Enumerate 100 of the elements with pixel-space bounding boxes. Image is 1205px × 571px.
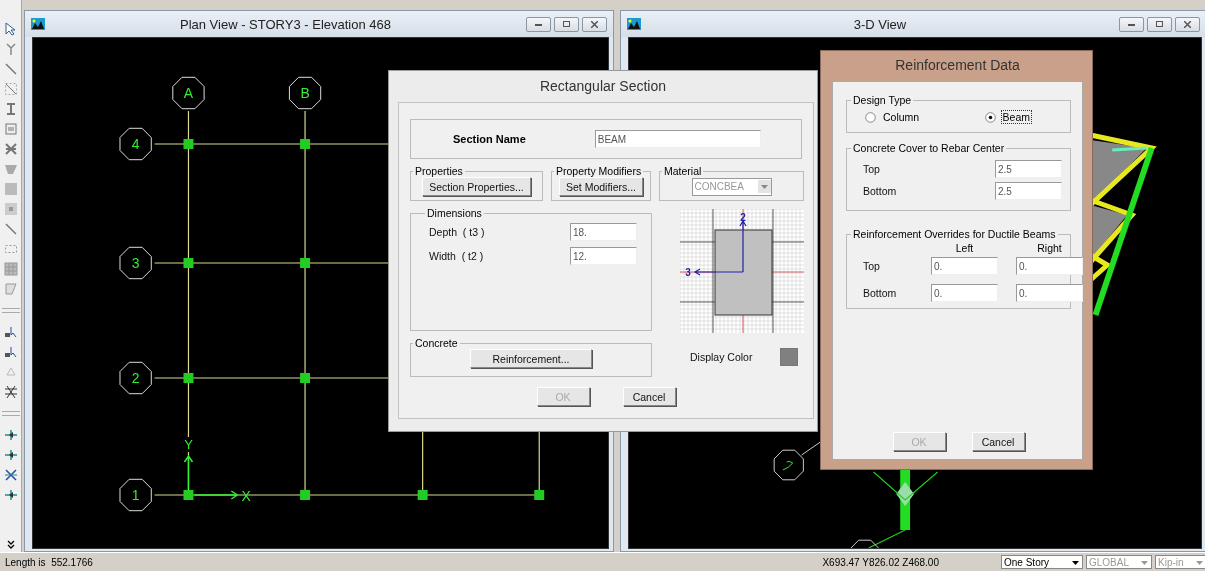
dimension-field[interactable]: 12. [570,247,637,265]
set-modifiers-button[interactable]: Set Modifiers... [559,177,643,196]
reinforcement-button[interactable]: Reinforcement... [470,349,592,368]
group-label: Properties [414,165,464,177]
cancel-button[interactable]: Cancel [622,387,676,406]
section-name-field[interactable]: BEAM [594,130,761,148]
section-properties-button[interactable]: Section Properties... [422,177,531,196]
axis-label: X [241,488,251,504]
column-header: Right [1036,242,1063,254]
restore-icon [563,21,570,27]
cover-field[interactable]: 2.5 [995,182,1062,200]
close-icon [1184,20,1191,28]
joint-icon[interactable] [3,488,18,502]
joint-marker[interactable] [300,490,311,500]
grid-label: 2 [131,370,140,386]
window-title: Plan View - STORY3 - Elevation 468 [179,16,392,32]
hatch-icon[interactable] [3,385,18,399]
app-icon [627,18,641,30]
status-message: Length is 552.1766 [5,556,93,568]
grid-bubble-icon[interactable] [119,246,152,280]
coordinates-readout: X693.47 Y826.02 Z468.00 [822,556,939,568]
restore-button[interactable] [554,16,579,32]
grid-bubble-icon [773,449,804,481]
joint-marker[interactable] [183,139,194,149]
window-title: 3-D View [852,16,908,32]
override-field[interactable]: 0. [931,284,998,302]
joint-marker[interactable] [300,139,311,149]
line-icon[interactable] [3,222,18,236]
minimize-button[interactable] [526,16,551,32]
grid-label: 3 [131,255,140,271]
close-icon [591,20,598,28]
pick-icon[interactable] [3,42,18,56]
override-field[interactable]: 0. [931,257,998,275]
grid-bubble-icon[interactable] [172,76,205,110]
dialog-title: Reinforcement Data [894,56,1021,75]
group-label: Material [663,165,703,177]
field-label: Width ( t2 ) [429,250,484,262]
row-label: Top [863,260,881,272]
cross-icon[interactable] [3,468,18,482]
group-label: Concrete [414,337,459,349]
minimize-icon [1128,22,1135,26]
grid-label: B [300,85,310,101]
override-field[interactable]: 0. [1016,284,1083,302]
x-axis-arrow [193,490,239,500]
grid-label: 4 [131,136,140,152]
joint-marker[interactable] [417,490,428,500]
joint-marker[interactable] [183,490,194,500]
cancel-button[interactable]: Cancel [971,432,1025,451]
restore-button[interactable] [1147,16,1172,32]
radio-button-icon [984,111,996,123]
group-label: Reinforcement Overrides for Ductile Beams [852,228,1057,240]
axis-label: 3 [685,267,691,278]
group-label: Property Modifiers [555,165,643,177]
field-label: Section Name [453,133,526,145]
joint-marker[interactable] [300,373,311,383]
local-axes-arrows [693,219,747,276]
field-label: Depth ( t3 ) [429,226,485,238]
field-label: Display Color [690,351,753,363]
grid-bubble-icon[interactable] [288,76,322,110]
axis-label: 2 [740,212,746,223]
y-axis-arrow [183,454,194,490]
joint-marker[interactable] [534,490,545,500]
grid-label: 1 [131,487,140,503]
dimension-field[interactable]: 18. [570,223,637,241]
close-button[interactable] [1175,16,1200,32]
minimize-button[interactable] [1119,16,1144,32]
group-label: Dimensions [426,207,483,219]
joint-marker[interactable] [300,258,311,268]
grid-bubble-icon [849,539,880,548]
grid-bubble-icon[interactable] [119,127,152,161]
minimize-icon [535,22,542,26]
joint-marker[interactable] [183,373,194,383]
joint-marker[interactable] [183,258,194,268]
column-header: Left [954,242,975,254]
brace-icon[interactable] [3,142,18,156]
joint-icon[interactable] [3,428,18,442]
restore-icon [1156,21,1163,27]
grid-bubble-icon[interactable] [119,478,152,512]
app-icon [31,18,45,30]
radio-option[interactable]: Column [865,110,922,124]
override-field[interactable]: 0. [1016,257,1083,275]
color-swatch[interactable] [780,348,799,366]
field-label: Bottom [863,185,897,197]
grid-bubble-icon[interactable] [119,361,152,395]
line-icon[interactable] [3,62,18,76]
radio-button-icon [865,111,876,123]
group-label: Concrete Cover to Rebar Center [852,142,1006,154]
status-dropdown[interactable]: One Story [1001,555,1083,569]
dialog-title: Rectangular Section [538,77,668,96]
chevron-icon[interactable] [5,540,16,550]
field-label: Top [863,163,880,175]
grid-label: A [183,85,194,101]
row-label: Bottom [863,287,898,299]
joint-icon[interactable] [3,448,18,462]
close-button[interactable] [582,16,607,32]
cover-field[interactable]: 2.5 [995,160,1062,178]
group-label: Design Type [852,94,913,106]
pointer-icon[interactable] [3,22,18,36]
axis-label: Y [184,437,193,452]
dashed-line-icon[interactable] [3,82,18,96]
